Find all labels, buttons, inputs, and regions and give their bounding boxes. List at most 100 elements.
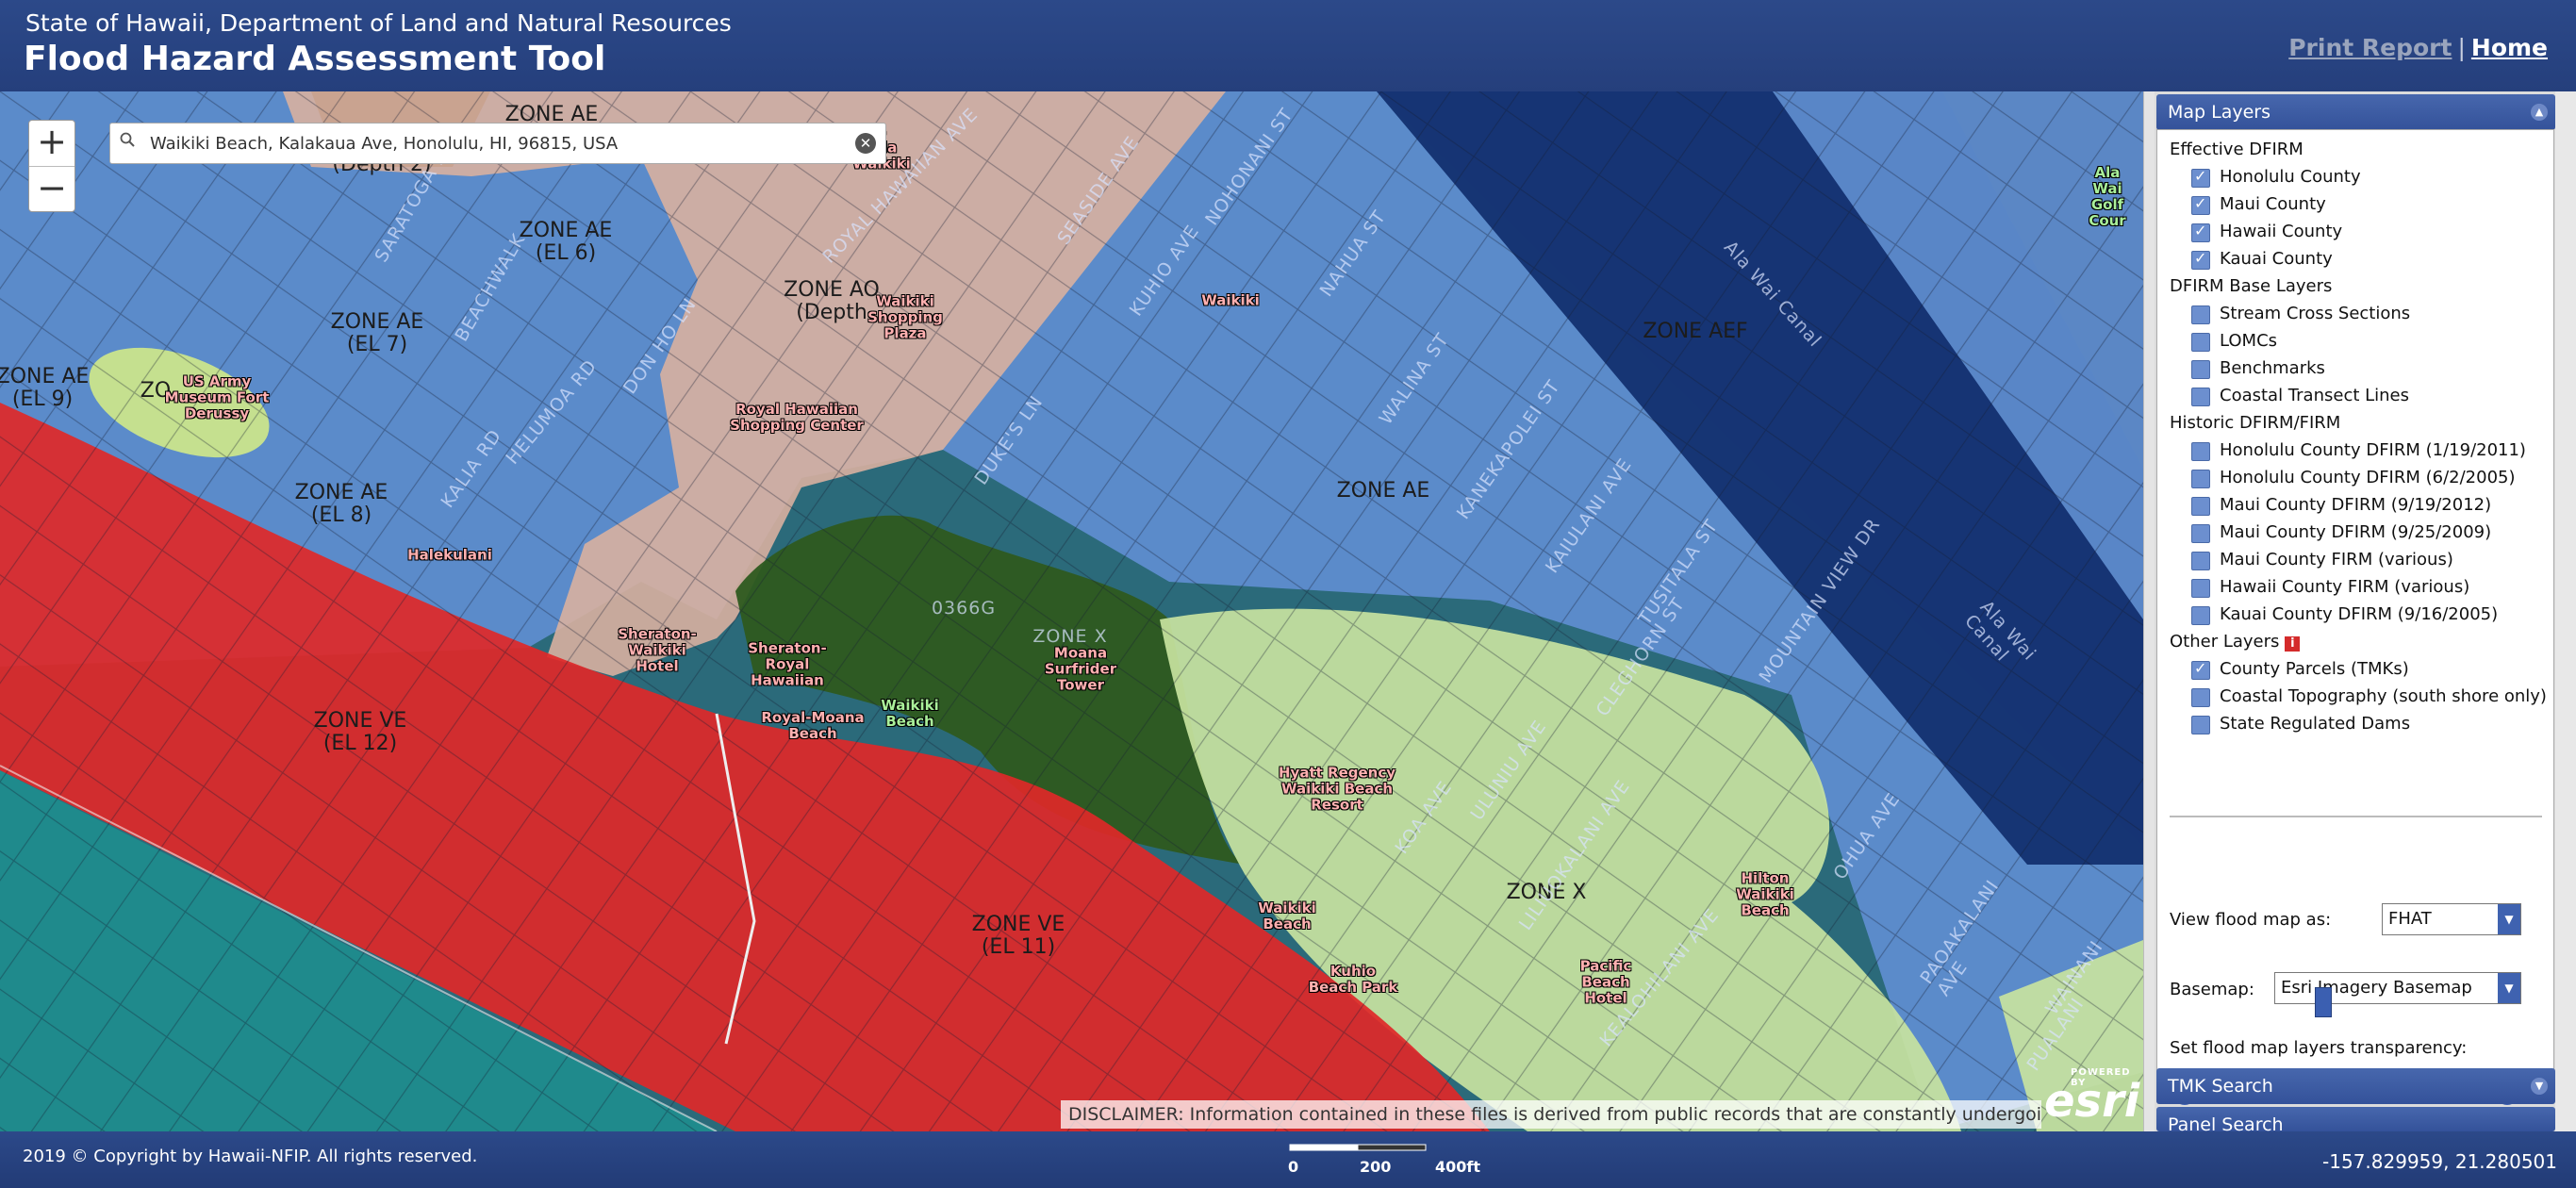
zoom-out-button[interactable]: − [29, 166, 74, 212]
checkbox[interactable] [2191, 333, 2210, 352]
place-label: Sheraton- Royal Hawaiian [748, 639, 827, 689]
zone-label: ZONE AE (EL 7) [330, 310, 424, 356]
layer-section-title: Historic DFIRM/FIRM [2170, 413, 2340, 433]
layer-label: Kauai County DFIRM (9/16/2005) [2220, 604, 2499, 624]
map-layers-body: Effective DFIRM Honolulu County Maui Count… [2156, 129, 2554, 1132]
layer-label: State Regulated Dams [2220, 714, 2411, 734]
place-label: Hyatt Regency Waikiki Beach Resort [1279, 764, 1395, 814]
zone-label: ZONE AE (EL 9) [0, 365, 90, 411]
home-link[interactable]: Home [2471, 34, 2548, 61]
place-label: Waikiki Shopping Plaza [867, 292, 943, 342]
checkbox[interactable] [2191, 716, 2210, 734]
place-label: Sheraton- Waikiki Hotel [618, 625, 697, 675]
layer-label: Hawaii County FIRM (various) [2220, 577, 2470, 597]
checkbox[interactable] [2191, 552, 2210, 570]
checkbox[interactable] [2191, 524, 2210, 543]
layer-section-label: Effective DFIRM [2170, 140, 2304, 159]
street-label: ZONE X [1032, 626, 1108, 647]
checkbox[interactable] [2191, 606, 2210, 625]
zone-label: ZONE VE (EL 11) [971, 913, 1065, 959]
layer-label: Benchmarks [2220, 358, 2325, 378]
layer-label: Honolulu County [2220, 167, 2361, 187]
clear-search-icon[interactable]: ✕ [855, 133, 876, 154]
app-title: Flood Hazard Assessment Tool [24, 40, 606, 78]
checkbox[interactable] [2191, 442, 2210, 461]
scale-end: 400ft [1435, 1158, 1481, 1176]
view-as-label: View flood map as: [2170, 910, 2332, 930]
checkbox[interactable] [2191, 305, 2210, 324]
side-panel: Map Layers ▲ Effective DFIRM Honolulu Cou… [2155, 91, 2576, 1132]
checkbox[interactable] [2191, 222, 2210, 242]
basemap-value: Esri Imagery Basemap [2281, 978, 2472, 998]
layer-section-label: Other Layers [2170, 632, 2280, 652]
layer-label: Maui County DFIRM (9/19/2012) [2220, 495, 2492, 515]
transparency-label: Set flood map layers transparency: [2170, 1038, 2468, 1058]
tmk-search-title: TMK Search [2168, 1076, 2273, 1097]
layer-section-title: Other Layers i [2170, 632, 2301, 652]
basemap-label: Basemap: [2170, 980, 2254, 999]
map-view[interactable]: ZONE AE (Depth 2) ZONE AE (EL 6) ZONE AE (E… [0, 91, 2143, 1131]
place-label: US Army Museum Fort Derussy [164, 372, 270, 422]
zoom-in-button[interactable]: + [29, 121, 74, 166]
esri-logo: POWERED BY esri [2044, 1067, 2139, 1128]
zone-label: ZONE AO (Depth [784, 278, 880, 324]
tmk-search-header[interactable]: TMK Search ▼ [2156, 1068, 2555, 1104]
place-label: Halekulani [407, 546, 492, 564]
layer-label: Kauai County [2220, 249, 2333, 269]
scale-mid: 200 [1360, 1158, 1392, 1176]
link-separator: | [2457, 34, 2466, 61]
checkbox[interactable] [2191, 360, 2210, 379]
view-as-value: FHAT [2388, 909, 2432, 929]
transparency-slider-thumb[interactable] [2315, 987, 2332, 1017]
layer-label: LOMCs [2220, 331, 2278, 351]
layer-label: Maui County DFIRM (9/25/2009) [2220, 522, 2492, 542]
layer-section-label: Historic DFIRM/FIRM [2170, 413, 2341, 433]
view-as-select[interactable]: FHAT ▼ [2382, 903, 2521, 935]
checkbox[interactable] [2191, 249, 2210, 270]
checkbox[interactable] [2191, 388, 2210, 406]
zoom-control: + − [28, 120, 75, 212]
map-layers-title: Map Layers [2168, 102, 2271, 123]
esri-powered-by: POWERED BY [2071, 1067, 2131, 1088]
map-layers-header[interactable]: Map Layers ▲ [2156, 94, 2555, 130]
layer-label: Honolulu County DFIRM (1/19/2011) [2220, 440, 2526, 460]
zone-label: ZONE AE (EL 6) [519, 219, 613, 265]
checkbox[interactable] [2191, 659, 2210, 680]
search-input[interactable] [148, 129, 850, 157]
layer-label: Hawaii County [2220, 222, 2343, 241]
place-label: Waikiki [1201, 291, 1260, 309]
place-label: Waikiki Beach [1258, 899, 1316, 932]
place-label: Waikiki Beach [881, 697, 939, 730]
checkbox[interactable] [2191, 194, 2210, 215]
layer-label: Maui County [2220, 194, 2326, 214]
print-report-link[interactable]: Print Report [2288, 34, 2452, 61]
checkbox[interactable] [2191, 688, 2210, 707]
place-label: Ala Wai Golf Cour [2089, 164, 2126, 229]
layer-label: Stream Cross Sections [2220, 304, 2411, 323]
checkbox[interactable] [2191, 167, 2210, 188]
search-icon [120, 132, 135, 147]
disclaimer-bar[interactable]: DISCLAIMER: Information contained in the… [1061, 1100, 2041, 1129]
layer-label: Honolulu County DFIRM (6/2/2005) [2220, 468, 2516, 487]
panel-search-header[interactable]: Panel Search [2156, 1107, 2555, 1131]
basemap-select[interactable]: Esri Imagery Basemap ▼ [2274, 972, 2521, 1004]
app-header: State of Hawaii, Department of Land and … [0, 0, 2576, 91]
zone-label: ZONE AE [1336, 479, 1430, 503]
copyright-text: 2019 © Copyright by Hawaii-NFIP. All rig… [23, 1147, 478, 1166]
place-label: Pacific Beach Hotel [1579, 957, 1632, 1007]
checkbox[interactable] [2191, 497, 2210, 516]
place-label: Moana Surfrider Tower [1044, 644, 1117, 694]
layer-section-title: DFIRM Base Layers [2170, 276, 2332, 296]
layer-label: Coastal Transect Lines [2220, 386, 2410, 405]
layer-section-label: DFIRM Base Layers [2170, 276, 2333, 296]
divider [2170, 816, 2542, 817]
checkbox[interactable] [2191, 579, 2210, 598]
info-icon[interactable]: i [2285, 636, 2301, 652]
panel-scrollbar[interactable] [2555, 91, 2576, 1131]
panel-search-title: Panel Search [2168, 1114, 2284, 1131]
expand-icon[interactable]: ▼ [2531, 1078, 2548, 1095]
collapse-icon[interactable]: ▲ [2531, 104, 2548, 121]
checkbox[interactable] [2191, 470, 2210, 488]
cursor-coordinates: -157.829959, 21.280501 [2322, 1150, 2557, 1173]
zone-label: ZONE AE (EL 8) [294, 481, 388, 527]
